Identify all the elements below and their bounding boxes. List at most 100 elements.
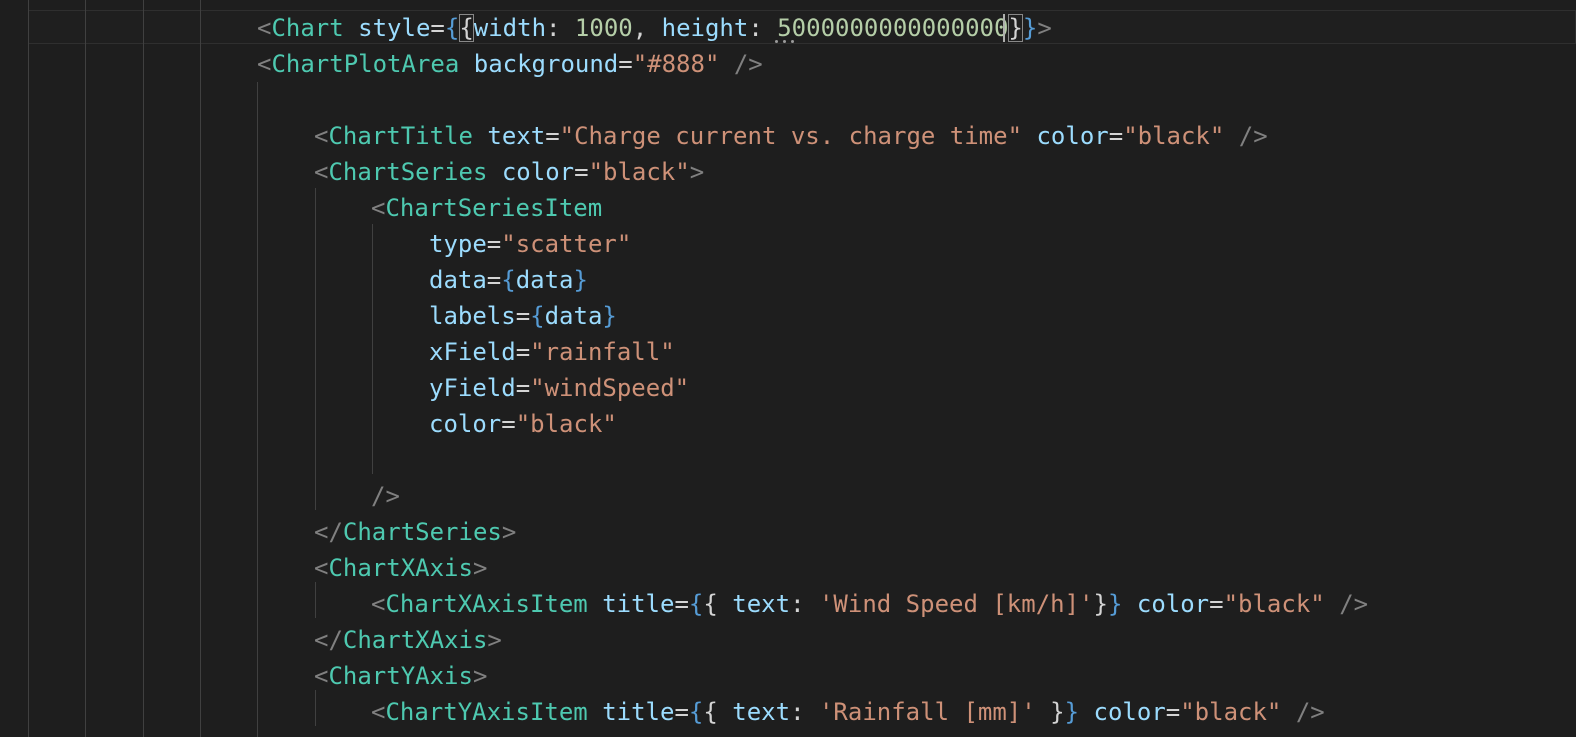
code-token: /> [1238, 122, 1268, 150]
code-token: "black" [588, 158, 690, 186]
code-line[interactable]: <ChartTitle text="Charge current vs. cha… [314, 118, 1268, 154]
code-token: } [1107, 590, 1123, 618]
code-token: ChartYAxis [328, 662, 473, 690]
code-line[interactable]: <Chart style={{width: 1000, height: 5000… [257, 10, 1052, 46]
code-token: ChartXAxisItem [385, 590, 588, 618]
code-line[interactable]: <ChartSeriesItem [371, 190, 602, 226]
code-token: Chart [271, 14, 344, 42]
indent-guide [257, 82, 258, 737]
code-token: : [790, 698, 819, 726]
code-token: } [1050, 698, 1065, 726]
code-token: = [574, 158, 589, 186]
code-token: ChartXAxis [342, 626, 488, 654]
code-token: data [544, 302, 603, 330]
code-token: = [1209, 590, 1224, 618]
code-token: < [314, 122, 329, 150]
indent-guide [315, 582, 316, 618]
code-token: color [429, 410, 502, 438]
code-token: yField [429, 374, 516, 402]
code-token: > [472, 662, 488, 690]
code-token: : [790, 590, 819, 618]
code-token: 5000000000000000 [777, 14, 1009, 42]
code-line[interactable]: /> [371, 478, 400, 514]
code-line[interactable]: <ChartYAxis> [314, 658, 487, 694]
code-line[interactable]: <ChartSeries color="black"> [314, 154, 704, 190]
text-cursor [1003, 14, 1005, 42]
code-token: </ [314, 626, 343, 654]
code-token: data [429, 266, 487, 294]
code-token: ChartSeriesItem [385, 194, 603, 222]
indent-guide [200, 0, 201, 737]
code-line[interactable]: type="scatter" [429, 226, 631, 262]
code-token: { [703, 698, 733, 726]
code-token: "Charge current vs. charge time" [559, 122, 1023, 150]
code-token: } [573, 266, 588, 294]
code-token: /> [733, 50, 763, 78]
code-token: = [430, 14, 445, 42]
code-token: text [732, 698, 791, 726]
code-token: 'Rainfall [mm]' [818, 698, 1036, 726]
code-token: : [546, 14, 575, 42]
code-token: { [688, 698, 704, 726]
code-token: 1000 [574, 14, 633, 42]
code-line[interactable]: </ChartXAxis> [314, 622, 502, 658]
code-token: = [486, 266, 502, 294]
code-token: ChartPlotArea [271, 50, 460, 78]
code-token: > [501, 518, 517, 546]
code-token: = [674, 698, 689, 726]
code-line[interactable]: </ChartSeries> [314, 514, 516, 550]
code-token: height [661, 14, 749, 42]
code-line[interactable]: <ChartYAxisItem title={{ text: 'Rainfall… [371, 694, 1325, 730]
code-line[interactable]: <ChartXAxisItem title={{ text: 'Wind Spe… [371, 586, 1368, 622]
code-token: "black" [1123, 122, 1225, 150]
code-token: { [530, 302, 545, 330]
code-editor[interactable]: <Chart style={{width: 1000, height: 5000… [0, 0, 1576, 737]
code-token: color [1036, 122, 1109, 150]
code-token: xField [429, 338, 516, 366]
code-token: = [486, 230, 502, 258]
indent-guide [315, 690, 316, 726]
code-token: = [674, 590, 689, 618]
code-line[interactable]: data={data} [429, 262, 588, 298]
code-line[interactable]: <ChartXAxis> [314, 550, 487, 586]
code-token: , [632, 14, 662, 42]
code-token: < [257, 50, 272, 78]
code-token: 'Wind Speed [km/h]' [818, 590, 1094, 618]
code-token: } [1022, 14, 1038, 42]
code-token: } [602, 302, 617, 330]
code-token: </ [314, 518, 343, 546]
code-token: < [371, 698, 386, 726]
code-token: text [732, 590, 791, 618]
code-token: < [371, 590, 386, 618]
code-token: width [473, 14, 547, 42]
code-token: { [703, 590, 733, 618]
code-line[interactable]: labels={data} [429, 298, 617, 334]
code-token: = [1165, 698, 1181, 726]
code-token: "black" [1223, 590, 1325, 618]
code-token: title [602, 590, 675, 618]
code-token: "windSpeed" [530, 374, 690, 402]
code-token: ChartSeries [328, 158, 488, 186]
code-line[interactable]: color="black" [429, 406, 617, 442]
code-token: { [459, 14, 474, 42]
code-line[interactable]: yField="windSpeed" [429, 370, 689, 406]
code-token: : [748, 14, 778, 42]
code-token: type [429, 230, 487, 258]
code-token: = [501, 410, 516, 438]
code-token: = [515, 374, 531, 402]
code-token: ChartTitle [328, 122, 473, 150]
code-line[interactable]: xField="rainfall" [429, 334, 675, 370]
code-token: background [473, 50, 619, 78]
code-token: < [371, 194, 386, 222]
code-token: data [515, 266, 574, 294]
code-line[interactable]: <ChartPlotArea background="#888" /> [257, 46, 763, 82]
code-token: "#888" [632, 50, 720, 78]
